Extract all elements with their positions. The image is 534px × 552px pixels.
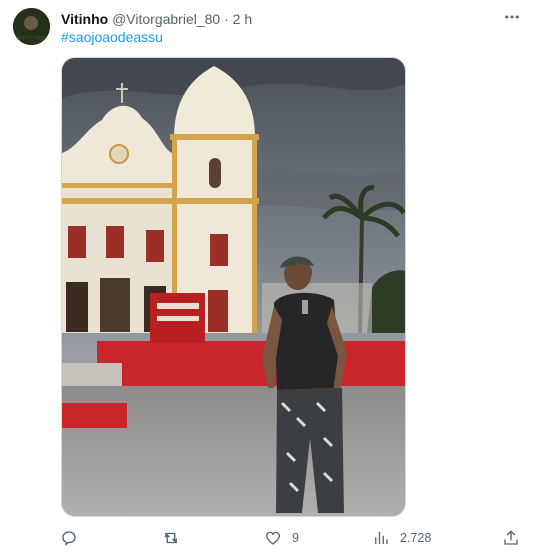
- tweet-timestamp[interactable]: 2 h: [233, 11, 252, 27]
- media-photo: [62, 58, 405, 516]
- avatar[interactable]: [13, 8, 50, 45]
- retweet-icon: [164, 532, 178, 544]
- like-count: 9: [292, 531, 299, 545]
- tweet-actions-bar: 9 2.728: [52, 524, 528, 552]
- views-bar-chart-icon: [375, 532, 388, 544]
- hashtag-link[interactable]: #saojoaodeassu: [61, 28, 163, 46]
- more-options-button[interactable]: [498, 3, 526, 31]
- share-button[interactable]: [502, 524, 520, 552]
- like-button[interactable]: 9: [264, 524, 299, 552]
- views-button[interactable]: 2.728: [372, 524, 431, 552]
- separator-dot: ·: [224, 11, 229, 27]
- share-icon: [504, 530, 518, 545]
- avatar-image: [13, 8, 50, 45]
- retweet-button[interactable]: [162, 524, 190, 552]
- author-name[interactable]: Vitinho: [61, 11, 108, 27]
- tweet-card: Vitinho @Vitorgabriel_80 · 2 h #saojoaod…: [0, 0, 534, 552]
- reply-button[interactable]: [60, 524, 88, 552]
- views-count: 2.728: [400, 531, 432, 545]
- heart-icon: [265, 531, 281, 545]
- author-handle[interactable]: @Vitorgabriel_80: [112, 11, 220, 27]
- more-horizontal-icon: [505, 15, 519, 19]
- tweet-header: Vitinho @Vitorgabriel_80 · 2 h: [61, 9, 522, 29]
- reply-icon: [62, 531, 76, 546]
- tweet-media-image[interactable]: [61, 57, 406, 517]
